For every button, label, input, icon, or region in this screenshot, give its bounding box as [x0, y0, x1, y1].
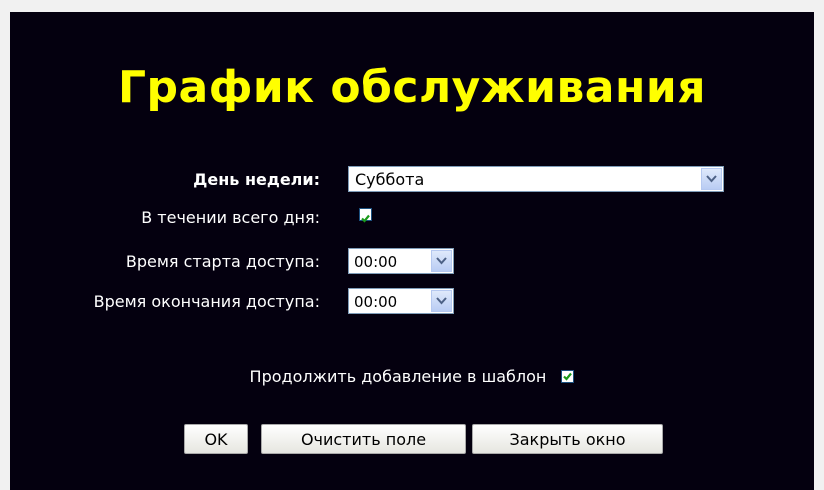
checkmark-icon: [563, 372, 573, 381]
continue-adding-row: Продолжить добавление в шаблон: [0, 366, 824, 386]
weekday-label: День недели:: [193, 170, 320, 189]
all-day-label: В течении всего дня:: [141, 208, 320, 227]
dialog-title: График обслуживания: [118, 62, 706, 113]
checkmark-icon: [361, 214, 370, 223]
end-time-label: Время окончания доступа:: [93, 292, 320, 311]
all-day-checkbox[interactable]: [359, 208, 372, 223]
end-time-select[interactable]: 00:00: [348, 288, 454, 314]
continue-adding-label: Продолжить добавление в шаблон: [249, 367, 547, 386]
chevron-down-icon[interactable]: [431, 250, 452, 272]
weekday-value: Суббота: [355, 170, 425, 189]
chevron-down-icon[interactable]: [431, 290, 452, 312]
start-time-label: Время старта доступа:: [125, 252, 320, 271]
end-time-value: 00:00: [354, 293, 398, 311]
close-window-button[interactable]: Закрыть окно: [472, 424, 663, 454]
continue-adding-checkbox[interactable]: [561, 370, 575, 383]
weekday-select[interactable]: Суббота: [348, 166, 724, 192]
start-time-select[interactable]: 00:00: [348, 248, 454, 274]
start-time-value: 00:00: [354, 253, 398, 271]
clear-field-button[interactable]: Очистить поле: [261, 424, 466, 454]
chevron-down-icon[interactable]: [701, 168, 722, 190]
ok-button[interactable]: OK: [184, 424, 248, 454]
